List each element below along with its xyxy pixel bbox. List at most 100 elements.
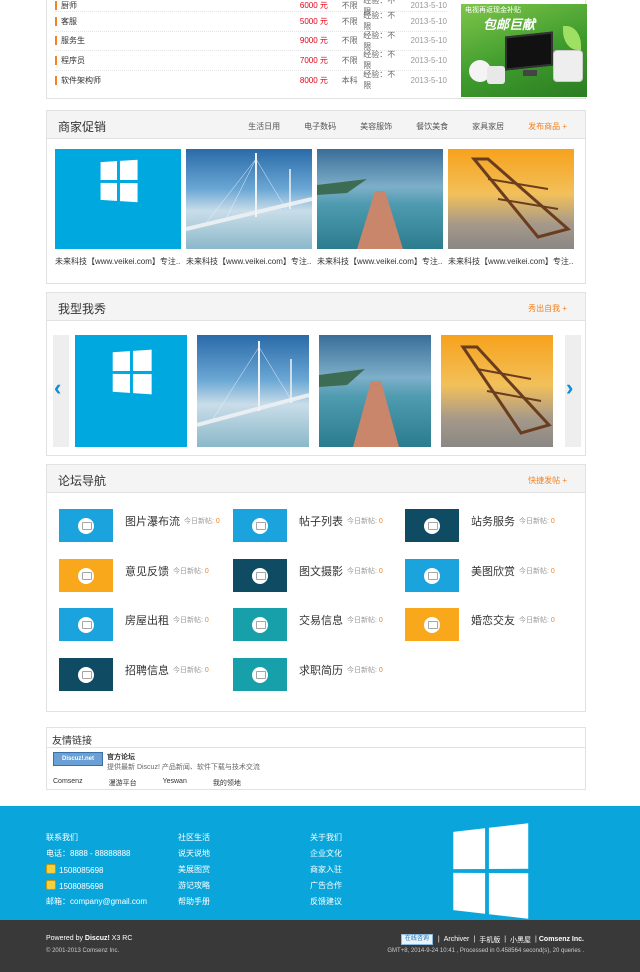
show-yourself-link[interactable]: 秀出自我 +: [528, 303, 567, 314]
online-consult-button[interactable]: 在线咨询: [400, 934, 433, 945]
show-image-pier[interactable]: [319, 335, 431, 447]
footer-link[interactable]: 商家入驻: [310, 864, 342, 880]
today-posts-count: 0: [378, 567, 383, 575]
forum-board-name[interactable]: 交易信息: [299, 612, 343, 628]
forum-board-item[interactable]: 帖子列表 今日新帖: 0: [233, 509, 403, 543]
footer-link[interactable]: 企业文化: [310, 848, 342, 864]
discuz-logo[interactable]: Discuz!.net: [53, 752, 103, 766]
archiver-link[interactable]: Archiver: [444, 936, 470, 943]
tv-promo-ad[interactable]: 电视再返现金补贴 包邮巨献: [461, 4, 587, 97]
product-caption[interactable]: 未来科技【www.veikei.com】专注...: [317, 256, 443, 267]
slider-prev-button[interactable]: ‹: [53, 335, 69, 447]
chat-bubble-icon[interactable]: [59, 509, 113, 542]
job-title[interactable]: 厨师: [61, 0, 256, 11]
chat-bubble-icon[interactable]: [405, 509, 459, 542]
link-comsenz[interactable]: Comsenz: [53, 778, 83, 788]
chat-bubble-icon[interactable]: [59, 558, 113, 592]
job-title[interactable]: 服务生: [61, 35, 256, 46]
forum-board-name[interactable]: 意见反馈: [125, 563, 169, 579]
tab-digital[interactable]: 电子数码: [304, 121, 336, 132]
copyright: © 2001-2013 Comsenz Inc.: [46, 948, 120, 954]
job-row[interactable]: 服务生 9000 元 不限 经验：不限 2013-5-10: [55, 31, 447, 51]
footer-link[interactable]: 广告合作: [310, 880, 342, 896]
forum-board-name[interactable]: 房屋出租: [125, 612, 169, 628]
tv-stand: [523, 70, 537, 76]
product-caption[interactable]: 未来科技【www.veikei.com】专注...: [186, 256, 312, 267]
job-experience: 经验：不限: [363, 50, 396, 71]
post-product-link[interactable]: 发布商品 +: [528, 121, 567, 132]
chat-bubble-icon[interactable]: [233, 509, 287, 542]
row-marker: [55, 75, 57, 85]
chat-bubble-icon[interactable]: [233, 608, 287, 641]
forum-board-name[interactable]: 图片瀑布流: [125, 513, 180, 529]
footer-qq-row[interactable]: 1508085698: [46, 864, 147, 880]
quick-post-link[interactable]: 快捷发帖 +: [528, 475, 567, 486]
link-yeswan[interactable]: Yeswan: [163, 778, 187, 788]
forum-board-name[interactable]: 帖子列表: [299, 513, 343, 529]
forum-board-name[interactable]: 图文摄影: [299, 563, 343, 579]
footer-link[interactable]: 游记攻略: [178, 880, 210, 896]
forum-board-name[interactable]: 站务服务: [471, 513, 515, 529]
featured-link-name[interactable]: 官方论坛: [107, 752, 135, 762]
forum-board-name[interactable]: 美图欣赏: [471, 563, 515, 579]
bubble-shape: [252, 567, 268, 584]
bubble-shape: [424, 518, 440, 534]
forum-board-item[interactable]: 站务服务 今日新帖: 0: [405, 509, 575, 543]
chat-bubble-icon[interactable]: [405, 608, 459, 641]
forum-board-item[interactable]: 意见反馈 今日新帖: 0: [59, 558, 229, 593]
product-image-windows[interactable]: [55, 149, 181, 249]
chat-bubble-icon[interactable]: [233, 657, 287, 691]
product-caption[interactable]: 未来科技【www.veikei.com】专注...: [55, 256, 181, 267]
job-row[interactable]: 软件架构师 8000 元 本科 经验：不限 2013-5-10: [55, 70, 447, 90]
footer-link[interactable]: 反馈建议: [310, 896, 342, 912]
forum-board-item[interactable]: 美图欣赏 今日新帖: 0: [405, 558, 575, 593]
job-title[interactable]: 客服: [61, 16, 256, 27]
footer-link[interactable]: 帮助手册: [178, 896, 210, 912]
forum-board-item[interactable]: 婚恋交友 今日新帖: 0: [405, 608, 575, 642]
tab-furniture[interactable]: 家具家居: [472, 121, 504, 132]
slider-next-button[interactable]: ›: [565, 335, 581, 447]
chat-bubble-icon[interactable]: [59, 608, 113, 641]
footer-heading[interactable]: 联系我们: [46, 832, 147, 848]
show-image-dock[interactable]: [441, 335, 553, 447]
product-caption[interactable]: 未来科技【www.veikei.com】专注...: [448, 256, 574, 267]
tab-daily-goods[interactable]: 生活日用: [248, 121, 280, 132]
link-manyou[interactable]: 漫游平台: [109, 778, 137, 788]
chat-bubble-icon[interactable]: [233, 558, 287, 592]
powered-brand-link[interactable]: Discuz!: [85, 935, 110, 942]
job-list-panel: 厨师 6000 元 不限 经验：不限 2013-5-10 客服 5000 元 不…: [46, 0, 587, 99]
chat-bubble-icon[interactable]: [59, 657, 113, 691]
footer-link[interactable]: 说天说地: [178, 848, 210, 864]
forum-board-item[interactable]: 图文摄影 今日新帖: 0: [233, 558, 403, 593]
job-title[interactable]: 程序员: [61, 55, 256, 66]
footer-email[interactable]: 邮箱：company@gmail.com: [46, 896, 147, 912]
link-my-domain[interactable]: 我的领地: [213, 778, 241, 788]
job-row[interactable]: 程序员 7000 元 不限 经验：不限 2013-5-10: [55, 50, 447, 71]
job-title[interactable]: 软件架构师: [61, 75, 256, 86]
product-image-bridge[interactable]: [186, 149, 312, 249]
company-link[interactable]: Comsenz Inc.: [539, 936, 584, 943]
product-image-dock[interactable]: [448, 149, 574, 249]
show-image-bridge[interactable]: [197, 335, 309, 447]
forum-board-item[interactable]: 求职简历 今日新帖: 0: [233, 657, 403, 692]
forum-board-item[interactable]: 图片瀑布流 今日新帖: 0: [59, 509, 229, 543]
chat-bubble-icon[interactable]: [405, 558, 459, 592]
footer-link[interactable]: 社区生活: [178, 832, 210, 848]
show-image-windows[interactable]: [75, 335, 187, 447]
forum-board-item[interactable]: 招聘信息 今日新帖: 0: [59, 657, 229, 692]
tab-food[interactable]: 餐饮美食: [416, 121, 448, 132]
footer-link[interactable]: 关于我们: [310, 832, 342, 848]
forum-board-name[interactable]: 婚恋交友: [471, 612, 515, 628]
forum-board-name[interactable]: 求职简历: [299, 662, 343, 678]
job-row[interactable]: 客服 5000 元 不限 经验：不限 2013-5-10: [55, 11, 447, 32]
forum-board-name[interactable]: 招聘信息: [125, 662, 169, 678]
tab-beauty[interactable]: 美容服饰: [360, 121, 392, 132]
mobile-link[interactable]: 手机版: [479, 935, 500, 945]
footer-link[interactable]: 美展图赏: [178, 864, 210, 880]
product-image-pier[interactable]: [317, 149, 443, 249]
forum-board-item[interactable]: 房屋出租 今日新帖: 0: [59, 608, 229, 642]
powered-prefix: Powered by: [46, 935, 83, 942]
forum-board-item[interactable]: 交易信息 今日新帖: 0: [233, 608, 403, 642]
footer-qq-row[interactable]: 1508085698: [46, 880, 147, 896]
blackroom-link[interactable]: 小黑屋: [510, 935, 531, 945]
